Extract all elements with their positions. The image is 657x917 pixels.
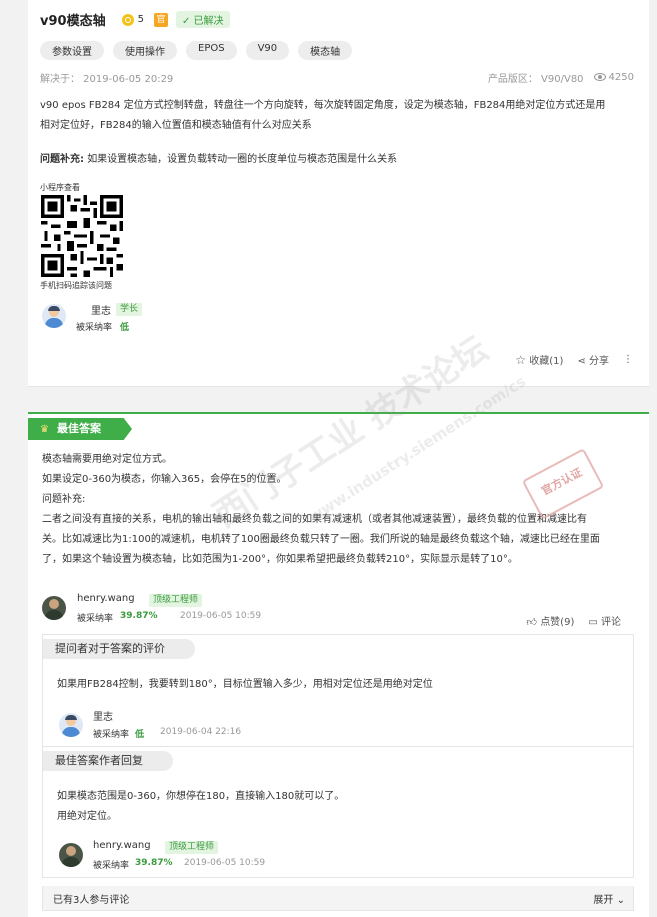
favorite-label: 收藏(1) bbox=[529, 356, 564, 367]
avatar[interactable] bbox=[42, 304, 66, 328]
adoption-rate: 39.87% bbox=[135, 858, 173, 868]
author-reply-text: 如果模态范围是0-360，你想停在180，直接输入180就可以了。 用绝对定位。 bbox=[57, 787, 344, 827]
like-label: 点赞(9) bbox=[540, 617, 575, 628]
answer-actions: 👍︎ 点赞(9) ▭ 评论 bbox=[527, 613, 621, 628]
avatar[interactable] bbox=[42, 596, 66, 620]
coin-count: 5 bbox=[137, 14, 144, 25]
adoption-rate: 低 bbox=[120, 323, 130, 333]
asker-review-section: 提问者对于答案的评价 如果用FB284控制，我要转到180°，目标位置输入多少，… bbox=[42, 634, 634, 747]
reply-author-level-badge: 顶级工程师 bbox=[165, 841, 219, 854]
official-badge: 官 bbox=[153, 12, 168, 27]
miniprogram-label: 小程序查看 bbox=[40, 183, 80, 192]
participant-count: 已有3人参与评论 bbox=[53, 894, 130, 906]
solved-time: 解决于： 2019-06-05 20:29 bbox=[40, 74, 174, 85]
chevron-down-icon: ⌄ bbox=[616, 894, 625, 906]
adoption-rate-label: 被采纳率 bbox=[93, 861, 130, 871]
tag-item[interactable]: 模态轴 bbox=[298, 41, 353, 60]
adoption-rate-label: 被采纳率 bbox=[76, 323, 113, 333]
miniprogram-hint: 手机扫码追踪该问题 bbox=[40, 281, 112, 290]
reply-line: 用绝对定位。 bbox=[57, 811, 117, 822]
supplement-label: 问题补充: bbox=[40, 154, 84, 165]
share-button[interactable]: ⋖ 分享 bbox=[577, 352, 609, 367]
question-title: v90模态轴 bbox=[40, 14, 106, 29]
answer-line: 了，如果这个轴设置为模态轴，比如范围为1-200°，你如果希望把最终负载转210… bbox=[42, 554, 518, 565]
question-actions: ☆ 收藏(1) ⋖ 分享 ⋮ bbox=[515, 352, 633, 367]
adoption-rate-label: 被采纳率 bbox=[77, 614, 114, 624]
tag-item[interactable]: 使用操作 bbox=[113, 41, 177, 60]
avatar[interactable] bbox=[59, 713, 83, 737]
reply-time: 2019-06-05 10:59 bbox=[184, 858, 266, 868]
tag-item[interactable]: V90 bbox=[245, 41, 290, 60]
author-level-badge: 学长 bbox=[116, 303, 143, 316]
comments-footer: 已有3人参与评论 展开 ⌄ bbox=[42, 886, 634, 911]
answer-author-level-badge: 顶级工程师 bbox=[149, 594, 203, 607]
adoption-rate: 低 bbox=[135, 730, 145, 740]
more-menu-icon[interactable]: ⋮ bbox=[623, 354, 633, 365]
star-icon: ☆ bbox=[515, 353, 527, 367]
like-button[interactable]: 👍︎ 点赞(9) bbox=[527, 613, 575, 628]
question-description: v90 epos FB284 定位方式控制转盘，转盘往一个方向旋转，每次旋转固定… bbox=[40, 96, 638, 136]
tag-list: 参数设置 使用操作 EPOS V90 模态轴 bbox=[40, 41, 353, 60]
author-reply-header: 最佳答案作者回复 bbox=[43, 751, 173, 771]
reply-author-name[interactable]: henry.wang bbox=[93, 840, 151, 851]
reply-line: 如果模态范围是0-360，你想停在180，直接输入180就可以了。 bbox=[57, 791, 345, 802]
expand-label: 展开 bbox=[593, 894, 614, 906]
description-line: v90 epos FB284 定位方式控制转盘，转盘往一个方向旋转，每次旋转固定… bbox=[40, 100, 606, 111]
view-count: 4250 bbox=[608, 72, 634, 83]
adoption-rate-label: 被采纳率 bbox=[93, 730, 130, 740]
question-title-row: v90模态轴 5 官 ✓ 已解决 bbox=[40, 10, 230, 29]
share-label: 分享 bbox=[589, 356, 609, 367]
avatar[interactable] bbox=[59, 843, 83, 867]
product-area: 产品版区： V90/V80 bbox=[487, 74, 584, 85]
thumbs-up-icon: 👍︎ bbox=[526, 617, 537, 628]
qr-code-icon bbox=[41, 195, 123, 277]
best-answer-tab: ♛ 最佳答案 bbox=[28, 418, 132, 440]
author-name[interactable]: 里志 bbox=[91, 302, 111, 317]
question-card: v90模态轴 5 官 ✓ 已解决 参数设置 使用操作 EPOS V90 模态轴 … bbox=[28, 0, 649, 387]
share-icon: ⋖ bbox=[577, 356, 586, 367]
comment-button[interactable]: ▭ 评论 bbox=[588, 613, 621, 628]
adoption-rate: 39.87% bbox=[120, 611, 158, 621]
best-answer-label: 最佳答案 bbox=[56, 422, 101, 435]
favorite-button[interactable]: ☆ 收藏(1) bbox=[515, 352, 563, 367]
question-meta: 解决于： 2019-06-05 20:29 产品版区： V90/V80 4250 bbox=[40, 70, 634, 85]
asker-review-header: 提问者对于答案的评价 bbox=[43, 639, 195, 659]
asker-review-text: 如果用FB284控制，我要转到180°，目标位置输入多少，用相对定位还是用绝对定… bbox=[57, 679, 433, 690]
comment-icon: ▭ bbox=[588, 617, 598, 628]
answer-line: 关。比如减速比为1:100的减速机，电机转了100圈最终负载只转了一圈。我们所说… bbox=[42, 534, 600, 545]
coin-icon bbox=[121, 13, 134, 26]
tag-item[interactable]: 参数设置 bbox=[40, 41, 104, 60]
author-reply-section: 最佳答案作者回复 如果模态范围是0-360，你想停在180，直接输入180就可以… bbox=[42, 746, 634, 878]
crown-icon: ♛ bbox=[40, 424, 49, 435]
solved-badge: ✓ 已解决 bbox=[175, 11, 230, 28]
answer-time: 2019-06-05 10:59 bbox=[180, 611, 262, 621]
tag-item[interactable]: EPOS bbox=[186, 41, 237, 60]
eye-icon bbox=[593, 73, 606, 81]
view-count-wrap: 4250 bbox=[593, 72, 634, 83]
reviewer-name[interactable]: 里志 bbox=[93, 708, 113, 723]
description-line: 相对定位好，FB284的输入位置值和模态轴值有什么对应关系 bbox=[40, 120, 312, 131]
review-time: 2019-06-04 22:16 bbox=[160, 727, 242, 737]
comment-label: 评论 bbox=[601, 617, 621, 628]
supplement-text: 如果设置模态轴，设置负载转动一圈的长度单位与模态范围是什么关系 bbox=[87, 154, 398, 165]
answer-author-name[interactable]: henry.wang bbox=[77, 593, 135, 604]
best-answer-card: ♛ 最佳答案 模态轴需要用绝对定位方式。 如果设定0-360为模态，你输入365，… bbox=[28, 412, 649, 917]
expand-button[interactable]: 展开 ⌄ bbox=[593, 891, 625, 906]
question-supplement: 问题补充: 如果设置模态轴，设置负载转动一圈的长度单位与模态范围是什么关系 bbox=[40, 150, 638, 170]
